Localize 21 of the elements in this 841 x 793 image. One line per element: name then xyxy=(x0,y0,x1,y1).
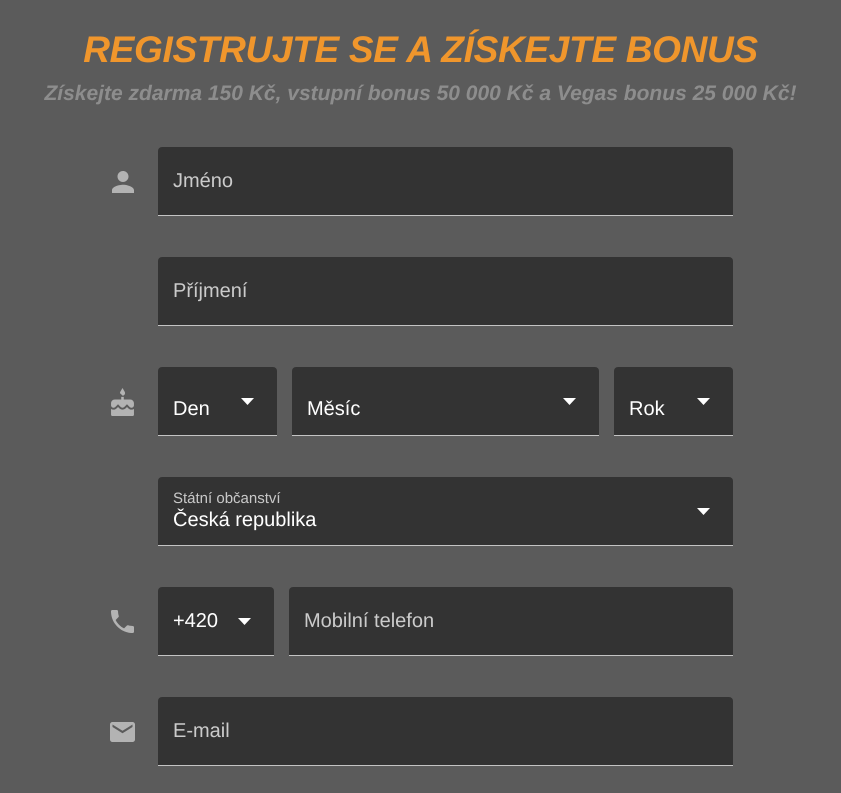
caret-icon xyxy=(697,398,710,405)
caret-icon xyxy=(563,398,576,405)
caret-icon xyxy=(697,508,710,515)
input-field[interactable]: E-mail xyxy=(158,697,733,766)
input-field[interactable]: Příjmení xyxy=(158,257,733,326)
phone-icon xyxy=(111,610,134,633)
caret-icon xyxy=(238,618,251,625)
input-field[interactable]: Mobilní telefon xyxy=(289,587,733,656)
dropdown-value: Česká republika xyxy=(173,508,316,532)
dropdown-label: Státní občanství xyxy=(173,490,281,508)
cake-icon xyxy=(111,388,134,416)
page-title: REGISTRUJTE SE A ZÍSKEJTE BONUS xyxy=(82,28,759,72)
caret-icon xyxy=(241,398,254,405)
dropdown[interactable]: Státní občanství Česká republika xyxy=(158,477,733,546)
dropdown[interactable]: Rok xyxy=(614,367,733,436)
dropdown[interactable]: Měsíc xyxy=(292,367,599,436)
dropdown[interactable]: Den xyxy=(158,367,277,436)
person-icon xyxy=(112,170,134,192)
dropdown[interactable]: +420 xyxy=(158,587,274,656)
mail-icon xyxy=(110,722,135,742)
input-field[interactable]: Jméno xyxy=(158,147,733,216)
